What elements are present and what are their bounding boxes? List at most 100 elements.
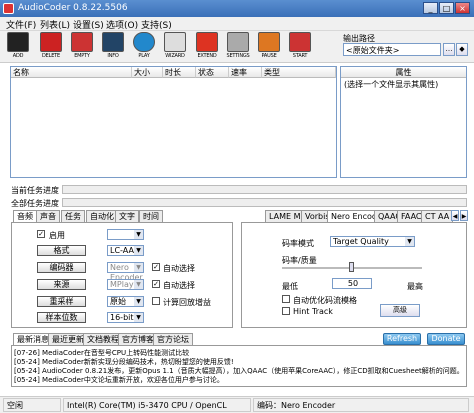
quality-min-label: 最低 (282, 282, 298, 291)
tab-ctaac[interactable]: CT AA (421, 210, 454, 222)
current-progress-bar (62, 185, 467, 194)
col-duration[interactable]: 时长 (163, 67, 196, 78)
status-state: 空闲 (3, 398, 61, 412)
encoder-button[interactable]: 编码器 (37, 262, 86, 273)
settings-icon (227, 32, 249, 52)
browse-button[interactable]: … (443, 43, 455, 56)
col-size[interactable]: 大小 (132, 67, 163, 78)
maximize-button[interactable]: □ (439, 2, 454, 14)
source-select[interactable]: MPlayer ▼ (107, 279, 144, 290)
open-folder-button[interactable]: ◆ (456, 43, 468, 56)
chevron-down-icon: ▼ (134, 297, 143, 306)
tab-audio[interactable]: 音频 (13, 210, 37, 222)
bitdepth-button[interactable]: 样本位数 (37, 312, 86, 323)
play-icon (133, 32, 155, 52)
tab-task[interactable]: 任务 (61, 210, 85, 222)
quality-value-input[interactable]: 50 (332, 278, 372, 289)
tab-time[interactable]: 时间 (139, 210, 163, 222)
source-auto-checkbox[interactable]: ✓ (152, 280, 160, 288)
tab-scroll-right[interactable]: ▶ (460, 210, 468, 221)
delete-icon (40, 32, 62, 52)
tab-news[interactable]: 最新消息 (13, 333, 53, 345)
status-encoder: 编码：Nero Encoder (253, 398, 469, 412)
extend-button[interactable]: EXTEND (193, 32, 221, 62)
chevron-down-icon: ▼ (134, 230, 143, 239)
quality-slider-thumb[interactable] (349, 262, 354, 272)
col-type[interactable]: 类型 (262, 67, 336, 78)
menu-settings[interactable]: 设置(S) (73, 18, 104, 31)
calc-gain-label: 计算回放增益 (163, 298, 211, 307)
pause-button[interactable]: PAUSE (255, 32, 283, 62)
hint-track-label: Hint Track (293, 307, 333, 316)
tab-sound[interactable]: 声音 (36, 210, 60, 222)
format-select[interactable]: LC-AAC ▼ (107, 245, 144, 256)
status-bar: 空闲 Intel(R) Core(TM) i5-3470 CPU / OpenC… (0, 396, 474, 413)
donate-button[interactable]: Donate (427, 333, 465, 345)
bitdepth-select[interactable]: 16-bit ▼ (107, 312, 144, 323)
properties-panel: 属性 (选择一个文件显示其属性) (340, 66, 467, 178)
tab-automation[interactable]: 自动化 (86, 210, 118, 222)
bitrate-mode-label: 码率模式 (282, 239, 314, 248)
calc-gain-checkbox[interactable] (152, 297, 160, 305)
file-list[interactable]: 名称 大小 时长 状态 速率 类型 (10, 66, 337, 178)
tab-text[interactable]: 文字 (115, 210, 139, 222)
bitrate-mode-select[interactable]: Target Quality ▼ (330, 236, 415, 247)
encoder-select[interactable]: Nero Encoder ▼ (107, 262, 144, 282)
wizard-button[interactable]: WIZARD (161, 32, 189, 62)
wizard-icon (164, 32, 186, 52)
info-icon (102, 32, 124, 52)
title-bar: AudioCoder 0.8.22.5506 _ □ × (0, 0, 474, 17)
chevron-down-icon: ▼ (134, 263, 143, 272)
source-button[interactable]: 来源 (37, 279, 86, 290)
tab-forum[interactable]: 官方论坛 (153, 333, 193, 345)
enable-select[interactable]: ▼ (107, 229, 144, 240)
info-button[interactable]: INFO (99, 32, 127, 62)
window-title: AudioCoder 0.8.22.5506 (18, 3, 128, 13)
chevron-down-icon: ▼ (134, 246, 143, 255)
empty-button[interactable]: EMPTY (68, 32, 96, 62)
source-auto-label: 自动选择 (163, 281, 195, 290)
menu-file[interactable]: 文件(F) (6, 18, 36, 31)
play-button[interactable]: PLAY (130, 32, 158, 62)
chevron-down-icon: ▼ (134, 313, 143, 322)
total-progress-label: 全部任务进度 (11, 199, 59, 208)
quality-max-label: 最高 (407, 282, 423, 291)
auto-opt-label: 自动优化码流模格 (293, 296, 357, 305)
col-status[interactable]: 状态 (196, 67, 229, 78)
resample-select[interactable]: 原始 ▼ (107, 296, 144, 307)
current-progress-label: 当前任务进度 (11, 186, 59, 195)
enable-label: 启用 (49, 231, 65, 240)
encoder-auto-checkbox[interactable]: ✓ (152, 263, 160, 271)
nero-panel: 码率模式 Target Quality ▼ 码率/质量 最低 50 最高 自动优化… (241, 222, 467, 328)
advanced-button[interactable]: 高级 (380, 304, 420, 317)
col-rate[interactable]: 速率 (229, 67, 262, 78)
start-button[interactable]: START (286, 32, 314, 62)
add-icon (7, 32, 29, 52)
total-progress-bar (62, 198, 467, 207)
empty-icon (71, 32, 93, 52)
delete-button[interactable]: DELETE (37, 32, 65, 62)
auto-opt-checkbox[interactable] (282, 295, 290, 303)
tab-updates[interactable]: 最近更新 (48, 333, 88, 345)
tab-scroll-left[interactable]: ◀ (451, 210, 459, 221)
output-path-input[interactable]: <原始文件夹> (343, 43, 441, 56)
tab-docs[interactable]: 文档教程 (83, 333, 123, 345)
refresh-button[interactable]: Refresh (383, 333, 421, 345)
minimize-button[interactable]: _ (423, 2, 438, 14)
add-button[interactable]: ADD (4, 32, 32, 62)
menu-list[interactable]: 列表(L) (40, 18, 70, 31)
tab-blog[interactable]: 官方博客 (118, 333, 158, 345)
menu-options[interactable]: 选项(O) (106, 18, 138, 31)
app-icon (3, 3, 14, 14)
close-button[interactable]: × (455, 2, 470, 14)
menu-support[interactable]: 支持(S) (141, 18, 172, 31)
news-item[interactable]: [05-24] MediaCoder中文论坛重新开放，欢迎各位用户参与讨论。 (14, 375, 224, 385)
hint-track-checkbox[interactable] (282, 307, 290, 315)
format-button[interactable]: 格式 (37, 245, 86, 256)
settings-button[interactable]: SETTINGS (224, 32, 252, 62)
audio-panel: ✓ 启用 ▼ 格式 LC-AAC ▼ 编码器 Nero Encoder ▼ ✓ 自动… (11, 222, 233, 328)
resample-button[interactable]: 重采样 (37, 296, 86, 307)
col-name[interactable]: 名称 (11, 67, 132, 78)
chevron-down-icon: ▼ (134, 280, 143, 289)
enable-checkbox[interactable]: ✓ (37, 230, 45, 238)
